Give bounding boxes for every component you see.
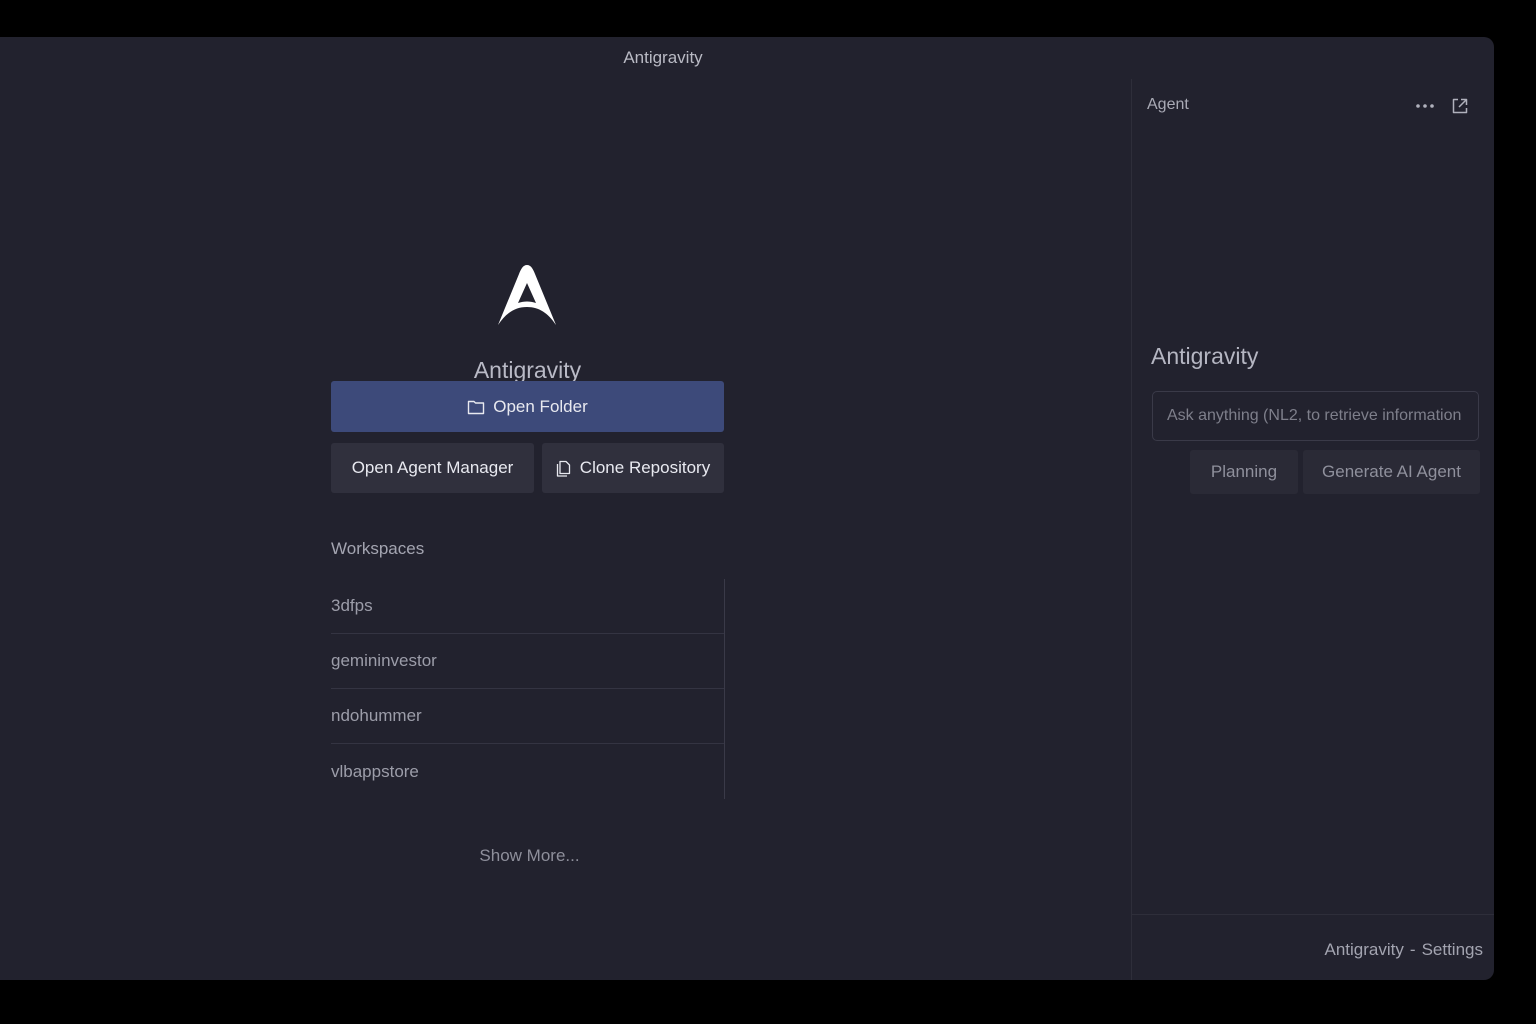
open-folder-button[interactable]: Open Folder — [331, 381, 724, 432]
agent-panel-title: Agent — [1147, 96, 1189, 113]
footer-separator: - — [1409, 940, 1416, 959]
app-name-heading: Antigravity — [473, 357, 582, 383]
folder-icon — [467, 399, 485, 415]
external-link-icon[interactable] — [1449, 95, 1471, 117]
workspaces-heading: Workspaces — [331, 539, 425, 558]
footer-settings-link[interactable]: Settings — [1422, 940, 1483, 959]
clone-repository-button[interactable]: Clone Repository — [542, 443, 724, 493]
agent-prompt-input[interactable] — [1152, 391, 1479, 441]
clone-repository-label: Clone Repository — [579, 458, 711, 477]
welcome-pane: Antigravity Open Folder Open Agent Manag… — [0, 79, 1131, 980]
generate-ai-agent-button[interactable]: Generate AI Agent — [1303, 450, 1480, 494]
open-folder-label: Open Folder — [493, 396, 588, 416]
window-title: Antigravity — [623, 48, 703, 67]
footer-breadcrumb: Antigravity - Settings — [1325, 940, 1483, 960]
footer-app-link[interactable]: Antigravity — [1325, 940, 1404, 959]
open-agent-manager-label: Open Agent Manager — [351, 458, 514, 477]
title-bar: Antigravity — [0, 37, 1494, 79]
open-agent-manager-button[interactable]: Open Agent Manager — [331, 443, 534, 493]
workspace-item[interactable]: gemininvestor — [331, 634, 724, 689]
agent-panel: Agent Antigravity Planning Generate AI A… — [1131, 79, 1494, 980]
workspace-item[interactable]: vlbappstore — [331, 744, 724, 799]
workspace-list: 3dfps gemininvestor ndohummer vlbappstor… — [331, 579, 725, 799]
agent-heading: Antigravity — [1151, 343, 1259, 369]
antigravity-logo-icon — [498, 265, 556, 325]
agent-panel-footer: Antigravity - Settings — [1132, 914, 1494, 980]
file-copy-icon — [556, 460, 572, 477]
workspace-item[interactable]: ndohummer — [331, 689, 724, 744]
workspace-item[interactable]: 3dfps — [331, 579, 724, 634]
show-more-link[interactable]: Show More... — [331, 846, 728, 866]
more-horizontal-icon[interactable] — [1414, 95, 1436, 117]
app-window: Antigravity Antigravity Open Folder Open… — [0, 37, 1494, 980]
planning-button[interactable]: Planning — [1190, 450, 1298, 494]
